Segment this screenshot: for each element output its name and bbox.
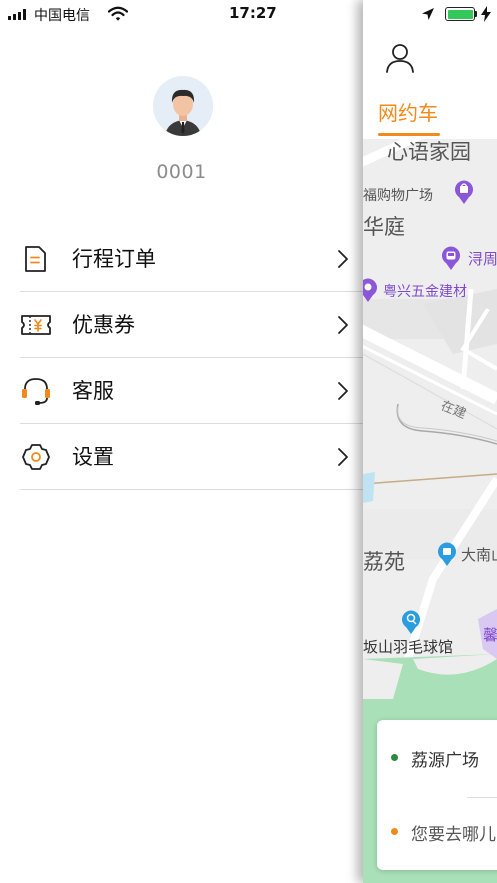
battery-cap xyxy=(475,11,477,17)
menu-item-label: 设置 xyxy=(72,445,114,469)
pickup-dot xyxy=(391,754,398,761)
user-avatar-icon xyxy=(153,76,213,136)
bus-stop-pin-icon[interactable] xyxy=(440,245,462,271)
card-divider xyxy=(467,797,497,798)
menu-item-settings[interactable]: 设置 xyxy=(20,424,363,490)
signal-strength-icon xyxy=(8,9,26,20)
chevron-right-icon xyxy=(338,316,348,334)
status-bar: 中国电信 17:27 xyxy=(0,0,363,28)
destination-dot xyxy=(391,828,398,835)
menu-item-label: 优惠券 xyxy=(72,313,135,337)
shop-pin-icon[interactable] xyxy=(436,541,458,567)
menu-item-label: 客服 xyxy=(72,379,114,403)
trip-order-icon xyxy=(25,246,46,272)
badminton-pin-icon[interactable] xyxy=(400,609,422,635)
menu-item-trip-orders[interactable]: 行程订单 xyxy=(20,226,363,292)
map-label: 大南山 xyxy=(461,546,497,564)
chevron-right-icon xyxy=(338,448,348,466)
menu-item-customer-service[interactable]: 客服 xyxy=(20,358,363,424)
tab-ride-hailing[interactable]: 网约车 xyxy=(378,97,438,126)
location-arrow-icon xyxy=(422,8,434,20)
shop-pin-icon[interactable] xyxy=(363,277,379,303)
tab-active-indicator xyxy=(378,133,440,136)
headset-icon xyxy=(22,378,50,405)
status-time: 17:27 xyxy=(229,4,277,22)
destination-input[interactable]: 您要去哪儿 xyxy=(411,820,496,845)
map-label: 浔周 xyxy=(468,250,497,268)
wifi-icon xyxy=(108,6,128,21)
chevron-right-icon xyxy=(338,250,348,268)
gear-icon xyxy=(22,444,50,470)
battery-icon xyxy=(445,7,475,21)
status-bar-right xyxy=(363,0,497,28)
map-label: 粤兴五金建材 xyxy=(383,284,467,300)
user-profile-icon[interactable] xyxy=(385,42,415,74)
menu-item-label: 行程订单 xyxy=(72,247,156,271)
charging-bolt-icon xyxy=(481,6,491,22)
chevron-right-icon xyxy=(338,382,348,400)
map-label: 心语家园 xyxy=(387,140,471,164)
map-label: 馨 xyxy=(483,626,497,644)
route-search-card: 荔源广场 您要去哪儿 xyxy=(377,720,497,870)
coupon-icon xyxy=(21,315,51,335)
map-label: 福购物广场 xyxy=(363,188,433,204)
main-screen: 网约车 心语家园 福购物广场 华庭 浔周 粤兴五金建材 在建 荔苑 大南 坂山羽… xyxy=(363,0,497,883)
pickup-location[interactable]: 荔源广场 xyxy=(411,746,479,771)
map-label: 荔苑 xyxy=(363,550,405,574)
side-drawer: 中国电信 17:27 0001 行程订单 优惠券 客服 设置 xyxy=(0,0,363,883)
carrier-name: 中国电信 xyxy=(34,8,90,24)
menu-item-coupons[interactable]: 优惠券 xyxy=(20,292,363,358)
username: 0001 xyxy=(156,161,207,183)
map-label: 坂山羽毛球馆 xyxy=(363,638,454,656)
map-label: 华庭 xyxy=(363,215,405,239)
avatar[interactable] xyxy=(153,76,213,136)
shopping-bag-pin-icon[interactable] xyxy=(453,179,475,205)
drawer-menu: 行程订单 优惠券 客服 设置 xyxy=(20,226,363,490)
